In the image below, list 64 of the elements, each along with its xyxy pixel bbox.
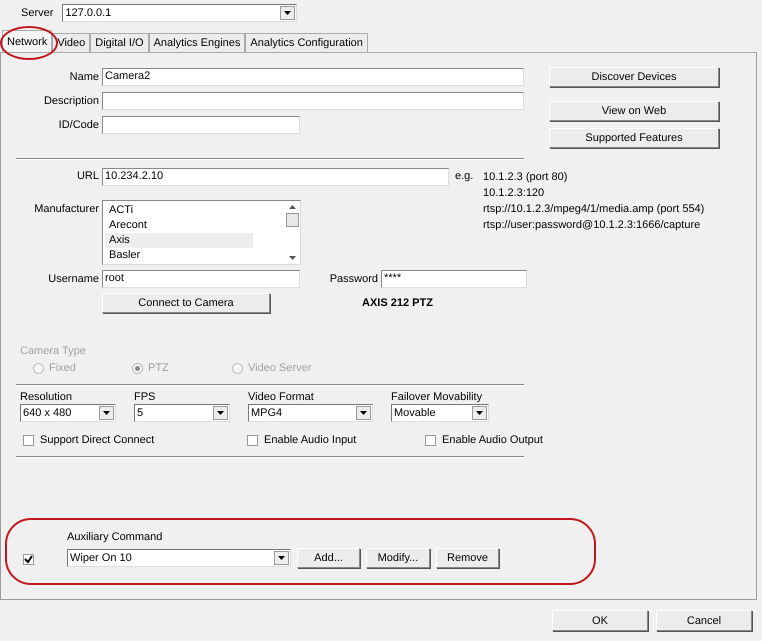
side-button[interactable]: Discover Devices — [549, 67, 719, 87]
scroll-down-arrow-icon[interactable] — [289, 256, 296, 260]
radio-label: PTZ — [148, 362, 169, 374]
input-field[interactable] — [102, 116, 300, 134]
password-field[interactable]: **** — [381, 270, 527, 288]
side-button[interactable]: View on Web — [549, 101, 719, 121]
list-item[interactable]: Axis — [105, 233, 253, 248]
server-label: Server — [21, 7, 54, 19]
dropdown-label: Failover Movability — [391, 391, 484, 403]
tab[interactable]: Analytics Engines — [148, 33, 246, 52]
auxiliary-button[interactable]: Add... — [297, 548, 360, 568]
list-item[interactable]: ACTi — [105, 203, 253, 218]
dialog-button[interactable]: OK — [552, 610, 648, 631]
auxiliary-dropdown[interactable]: Wiper On 10 — [67, 548, 291, 566]
input-field[interactable]: Camera2 — [102, 68, 524, 86]
auxiliary-label: Auxiliary Command — [67, 530, 164, 542]
dropdown-label: Video Format — [248, 391, 315, 403]
tab[interactable]: Video — [52, 33, 90, 52]
tab[interactable]: Network — [2, 30, 52, 52]
url-field[interactable]: 10.234.2.10 — [102, 168, 449, 186]
url-example: 10.1.2.3:120 — [483, 186, 546, 201]
dropdown[interactable]: Movable — [391, 404, 489, 422]
server-dropdown[interactable]: 127.0.0.1 — [62, 4, 298, 22]
camera-type-label: Camera Type — [20, 345, 87, 357]
dropdown-label: Resolution — [20, 391, 73, 403]
url-example: 10.1.2.3 (port 80) — [483, 170, 568, 185]
dropdown[interactable]: 5 — [134, 404, 230, 422]
field-label: Description — [42, 95, 100, 107]
connect-button[interactable]: Connect to Camera — [102, 293, 270, 313]
checkbox[interactable] — [247, 434, 258, 446]
url-example: rtsp://10.1.2.3/mpeg4/1/media.amp (port 554) — [483, 202, 704, 217]
password-label: Password — [328, 273, 379, 285]
checkbox[interactable] — [23, 434, 34, 446]
field-label: ID/Code — [58, 119, 100, 131]
highlight-ellipse — [0, 26, 58, 60]
dropdown[interactable]: 640 x 480 — [20, 404, 116, 422]
camera-model: AXIS 212 PTZ — [362, 297, 433, 309]
radio-label: Fixed — [49, 362, 76, 374]
field-label: Name — [68, 71, 100, 83]
auxiliary-button[interactable]: Modify... — [366, 548, 430, 568]
manufacturer-label: Manufacturer — [33, 202, 100, 217]
radio-label: Video Server — [248, 362, 312, 374]
url-example: rtsp://user:password@10.1.2.3:1666/capture — [483, 218, 702, 233]
dropdown-label: FPS — [134, 391, 156, 403]
dropdown[interactable]: MPG4 — [248, 404, 373, 422]
dialog-button[interactable]: Cancel — [656, 610, 752, 631]
checkbox-label: Enable Audio Output — [442, 434, 543, 446]
list-item[interactable]: Basler — [105, 248, 253, 263]
tab[interactable]: Analytics Configuration — [245, 33, 368, 52]
scroll-up-arrow-icon[interactable] — [289, 205, 296, 209]
username-field[interactable]: root — [102, 270, 300, 288]
checkbox-label: Enable Audio Input — [264, 434, 356, 446]
side-button[interactable]: Supported Features — [549, 128, 719, 148]
list-item[interactable]: Arecont — [105, 218, 253, 233]
example-label: e.g. — [455, 169, 474, 182]
manufacturer-list[interactable]: ACTi Arecont Axis Basler — [102, 200, 301, 265]
checkbox[interactable] — [23, 554, 34, 564]
username-label: Username — [47, 273, 100, 285]
auxiliary-button[interactable]: Remove — [436, 548, 499, 568]
tab[interactable]: Digital I/O — [90, 33, 149, 52]
checkbox-label: Support Direct Connect — [40, 434, 154, 446]
input-field[interactable] — [102, 92, 524, 110]
url-label: URL — [76, 169, 100, 182]
checkbox[interactable] — [425, 434, 436, 446]
